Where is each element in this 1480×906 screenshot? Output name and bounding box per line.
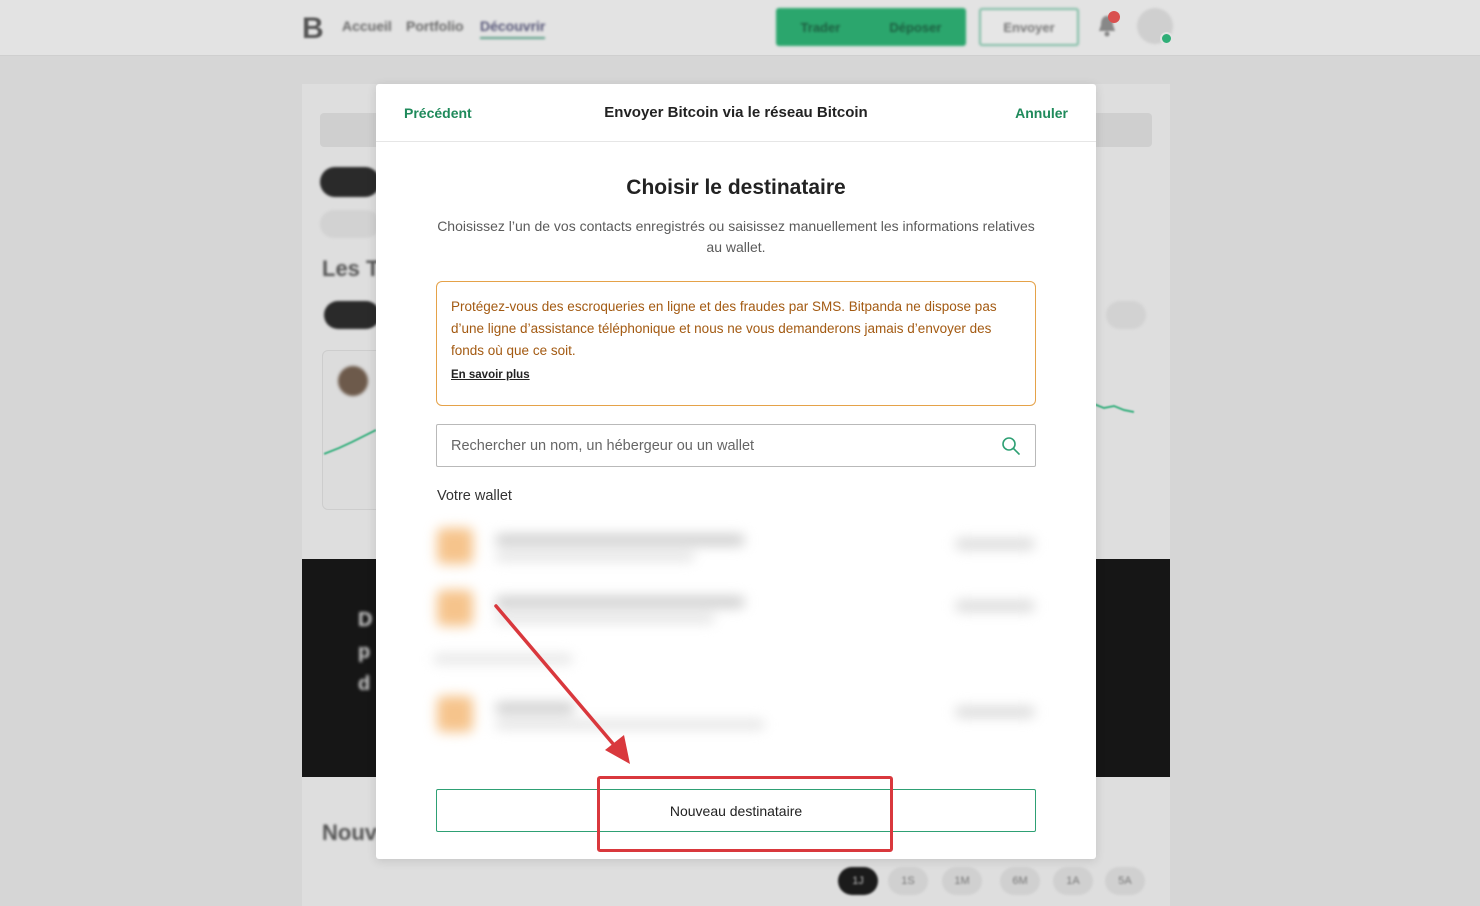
wallet-balance [955, 706, 1035, 718]
background-section-heading: Nouv [322, 820, 377, 845]
wallet-balance [955, 538, 1035, 550]
send-button[interactable]: Envoyer [979, 8, 1079, 46]
cancel-button[interactable]: Annuler [1015, 105, 1068, 121]
page-title: Choisir le destinataire [626, 176, 846, 199]
search-icon[interactable] [1001, 436, 1021, 456]
promo-banner-text: Dpd [358, 609, 373, 695]
wallet-address [495, 614, 715, 623]
background-filter-pill[interactable] [320, 167, 380, 197]
wallet-name [495, 702, 575, 714]
top-navigation-bar: B Accueil Portfolio Découvrir Trader Dép… [0, 0, 1480, 56]
recipient-search-input[interactable] [451, 437, 1001, 454]
scam-warning-box: Protégez-vous des escroqueries en ligne … [436, 281, 1036, 406]
wallet-balance [955, 600, 1035, 612]
range-pill-5y[interactable]: 5A [1105, 867, 1145, 895]
wallet-section-label: Votre wallet [437, 488, 512, 504]
range-pill-1w[interactable]: 1S [888, 867, 928, 895]
deposit-button[interactable]: Déposer [889, 20, 941, 35]
range-pill-6m[interactable]: 6M [1000, 867, 1040, 895]
wallet-icon [437, 528, 473, 564]
modal-header-title: Envoyer Bitcoin via le réseau Bitcoin [604, 104, 868, 121]
nav-link-decouvrir[interactable]: Découvrir [480, 18, 546, 39]
wallet-icon [437, 696, 473, 732]
wallet-list-item[interactable] [431, 580, 1071, 640]
wallet-icon [437, 590, 473, 626]
background-toggle-pill[interactable] [324, 301, 380, 329]
annotation-highlight-box [597, 776, 893, 852]
trade-deposit-button-group[interactable]: Trader Déposer [776, 8, 966, 46]
modal-header: Précédent Envoyer Bitcoin via le réseau … [376, 84, 1096, 142]
wallet-name [495, 596, 745, 608]
wallet-list-item[interactable] [431, 686, 1071, 746]
nav-link-accueil[interactable]: Accueil [342, 18, 392, 34]
trade-button[interactable]: Trader [801, 20, 841, 35]
nav-link-portfolio[interactable]: Portfolio [406, 18, 464, 34]
wallet-list-item[interactable] [431, 518, 1071, 578]
asset-coin-icon [338, 366, 368, 396]
saved-wallets-list [431, 518, 1071, 773]
wallet-subsection-label [433, 654, 573, 664]
background-section-heading: Les T [322, 256, 380, 281]
recipient-search-field[interactable] [436, 424, 1036, 467]
sparkline-chart [324, 429, 377, 455]
range-pill-1y[interactable]: 1A [1053, 867, 1093, 895]
scam-warning-text: Protégez-vous des escroqueries en ligne … [451, 299, 997, 358]
wallet-address [495, 720, 765, 729]
send-bitcoin-modal: Précédent Envoyer Bitcoin via le réseau … [376, 84, 1096, 859]
sparkline-chart [1094, 403, 1134, 413]
online-status-dot [1160, 32, 1173, 45]
range-pill-1m[interactable]: 1M [942, 867, 982, 895]
background-filter-pill[interactable] [320, 210, 380, 238]
wallet-address [495, 552, 695, 561]
background-range-pill[interactable] [1106, 301, 1146, 329]
page-subtitle: Choisissez l’un de vos contacts enregist… [437, 218, 1035, 255]
notification-badge [1108, 11, 1120, 23]
bitpanda-logo: B [302, 12, 324, 45]
range-pill-1d[interactable]: 1J [838, 867, 878, 895]
wallet-name [495, 534, 745, 546]
learn-more-link[interactable]: En savoir plus [451, 369, 530, 381]
